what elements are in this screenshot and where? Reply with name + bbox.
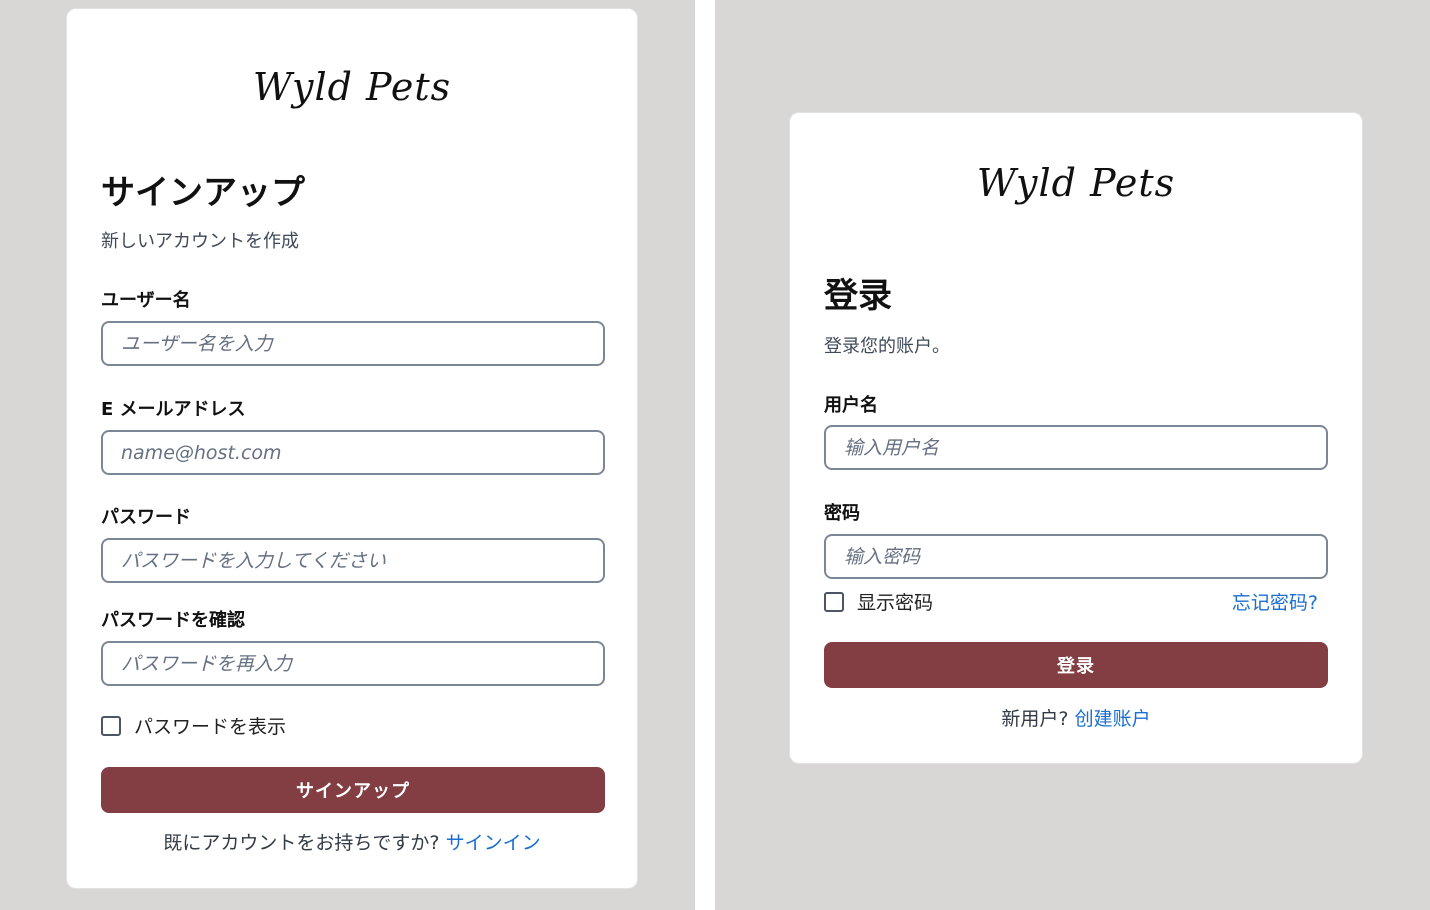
password-input[interactable] bbox=[824, 534, 1328, 579]
page-subtitle: 新しいアカウントを作成 bbox=[101, 231, 299, 252]
page-title: サインアップ bbox=[101, 173, 305, 213]
username-label: ユーザー名 bbox=[101, 290, 191, 311]
show-password-label: パスワードを表示 bbox=[134, 716, 287, 738]
password-input[interactable] bbox=[101, 538, 605, 583]
email-input[interactable] bbox=[101, 430, 605, 475]
password-label: パスワード bbox=[101, 507, 191, 528]
show-password-checkbox[interactable] bbox=[101, 715, 121, 736]
signup-panel: Wyld Pets サインアップ 新しいアカウントを作成 ユーザー名 E メール… bbox=[0, 0, 695, 910]
signup-button[interactable]: サインアップ bbox=[101, 767, 605, 813]
signin-prompt: 既にアカウントをお持ちですか? サインイン bbox=[67, 828, 637, 855]
logo: Wyld Pets bbox=[976, 161, 1176, 205]
login-panel: Wyld Pets 登录 登录您的账户。 用户名 密码 显示密码 忘记密码? 登… bbox=[715, 0, 1430, 910]
show-password-checkbox[interactable] bbox=[824, 591, 844, 612]
confirm-password-input[interactable] bbox=[101, 641, 605, 686]
login-card: Wyld Pets 登录 登录您的账户。 用户名 密码 显示密码 忘记密码? 登… bbox=[789, 112, 1363, 764]
show-password-toggle[interactable]: パスワードを表示 bbox=[101, 712, 286, 739]
signup-prompt-text: 新用户? bbox=[1001, 708, 1069, 730]
password-label: 密码 bbox=[824, 503, 860, 524]
signin-link[interactable]: サインイン bbox=[446, 832, 541, 854]
logo: Wyld Pets bbox=[252, 65, 452, 109]
show-password-toggle[interactable]: 显示密码 bbox=[824, 588, 933, 615]
username-input[interactable] bbox=[101, 321, 605, 366]
username-label: 用户名 bbox=[824, 395, 878, 416]
page-title: 登录 bbox=[824, 276, 892, 316]
forgot-password-link[interactable]: 忘记密码? bbox=[1232, 588, 1318, 615]
create-account-link[interactable]: 创建账户 bbox=[1075, 708, 1151, 730]
page-subtitle: 登录您的账户。 bbox=[824, 336, 950, 357]
show-password-label: 显示密码 bbox=[857, 592, 934, 614]
email-label: E メールアドレス bbox=[101, 399, 246, 420]
signup-card: Wyld Pets サインアップ 新しいアカウントを作成 ユーザー名 E メール… bbox=[66, 8, 638, 889]
login-button[interactable]: 登录 bbox=[824, 642, 1328, 688]
signup-prompt: 新用户? 创建账户 bbox=[790, 704, 1362, 731]
signin-prompt-text: 既にアカウントをお持ちですか? bbox=[163, 832, 440, 854]
username-input[interactable] bbox=[824, 425, 1328, 470]
confirm-password-label: パスワードを確認 bbox=[101, 610, 245, 631]
